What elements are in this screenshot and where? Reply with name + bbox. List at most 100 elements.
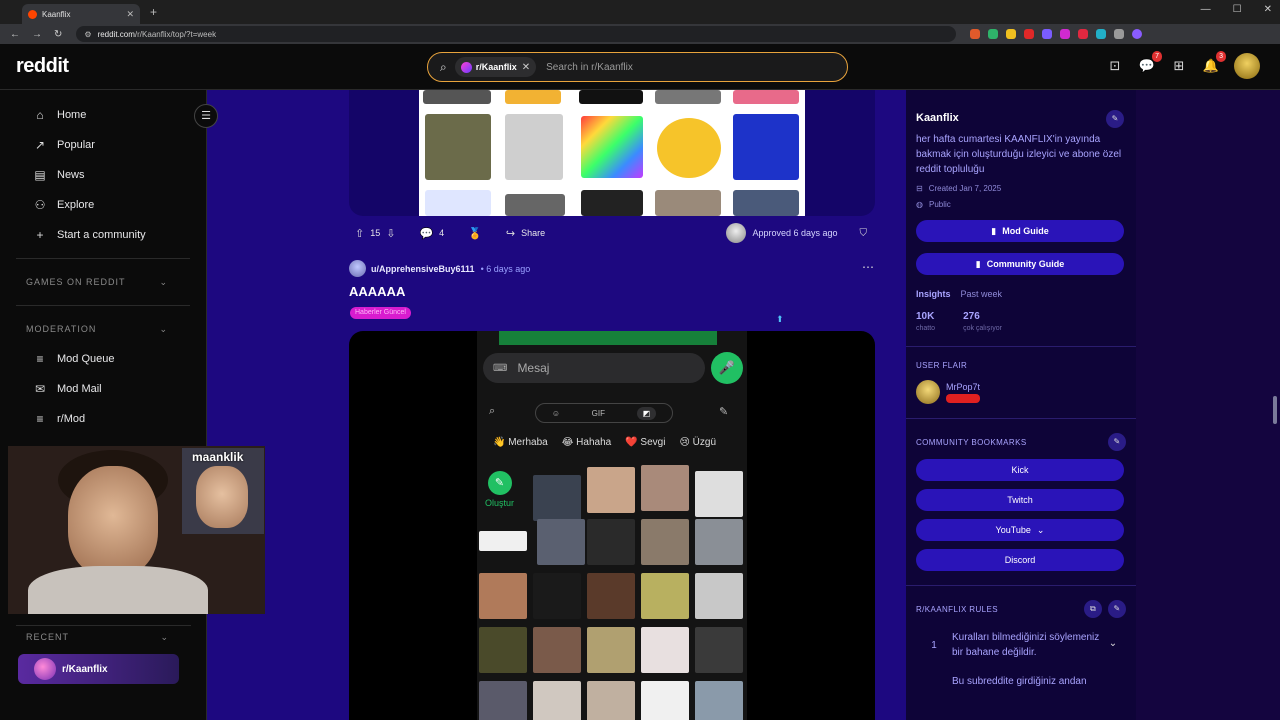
site-info-icon[interactable]: ⚙ [84, 30, 91, 39]
edit-icon[interactable]: ✎ [1106, 110, 1124, 128]
extension-icon[interactable] [1006, 29, 1017, 39]
extension-icon[interactable] [1096, 29, 1107, 39]
create-sticker: ✎ Oluştur [485, 471, 514, 508]
sticker [657, 118, 721, 178]
community-guide-button[interactable]: ▮ Community Guide [916, 253, 1124, 275]
close-tab-icon[interactable]: ✕ [126, 9, 134, 20]
extensions-bar [970, 29, 1143, 39]
nav-r-mod[interactable]: ≡ r/Mod [0, 404, 206, 434]
divider [906, 346, 1136, 347]
insights-row[interactable]: Insights Past week [916, 289, 1126, 299]
extension-icon[interactable] [1024, 29, 1035, 39]
reload-icon[interactable]: ↻ [54, 29, 62, 40]
rule-item[interactable]: 1 Kuralları bilmediğinizi söylemeniz bir… [916, 630, 1126, 660]
page-scrollbar[interactable] [1270, 90, 1280, 720]
mod-shield-icon[interactable]: ⛉ [860, 228, 868, 239]
section-title: R/KAANFLIX RULES [916, 604, 998, 614]
sticker [695, 519, 743, 565]
stat-value: 10K [916, 311, 935, 322]
extension-icon[interactable] [970, 29, 981, 39]
downvote-icon[interactable]: ⇩ [386, 227, 395, 240]
webcam-overlay: maanklik [8, 446, 265, 614]
moderation-section-header[interactable]: MODERATION ⌄ [0, 314, 206, 344]
message-placeholder: Mesaj [517, 361, 550, 375]
nav-home[interactable]: ⌂ Home [0, 100, 206, 130]
sticker [587, 681, 635, 720]
sticker [641, 627, 689, 673]
address-bar[interactable]: ⚙ reddit.com /r/Kaanflix/top/?t=week [76, 26, 957, 42]
chip: 😂 Hahaha [561, 437, 612, 448]
extension-icon[interactable] [1060, 29, 1071, 39]
maximize-icon[interactable]: ☐ [1233, 4, 1242, 15]
approved-text: Approved 6 days ago [752, 228, 838, 238]
reddit-logo[interactable]: reddit [16, 55, 69, 78]
extension-icon[interactable] [1078, 29, 1089, 39]
recent-section-header[interactable]: RECENT ⌄ [0, 622, 207, 652]
new-tab-icon[interactable]: + [150, 5, 157, 19]
scrollbar-thumb[interactable] [1273, 396, 1277, 424]
search-icon: ⌕ [489, 405, 496, 417]
bookmark-youtube[interactable]: YouTube ⌄ [916, 519, 1124, 541]
rule-number: 1 [931, 640, 937, 651]
chip: 👋 Merhaba [493, 437, 548, 448]
collapse-sidebar-button[interactable]: ☰ [194, 104, 218, 128]
edit-icon[interactable]: ✎ [1108, 433, 1126, 451]
search-input[interactable]: Search in r/Kaanflix [546, 62, 633, 73]
sticker [587, 519, 635, 565]
post-actions: ⇧ 15 ⇩ 💬 4 🏅 ↪ Share Approved 6 days ago… [349, 222, 875, 244]
notifications-icon[interactable]: 🔔 3 [1202, 51, 1226, 75]
post-media[interactable]: ⌨ Mesaj 🎤 ⌕ ☺ GIF ◩ ✎ 👋 Merhaba 😂 Hahaha… [349, 331, 875, 720]
search-community-chip[interactable]: r/Kaanflix ✕ [454, 57, 537, 77]
advertise-icon[interactable]: ⊡ [1106, 57, 1124, 75]
nav-label: Start a community [57, 229, 146, 241]
search-bar[interactable]: ⌕ r/Kaanflix ✕ Search in r/Kaanflix [427, 52, 848, 82]
edit-icon[interactable]: ✎ [1108, 600, 1126, 618]
extension-icon[interactable] [1114, 29, 1125, 39]
author-avatar[interactable] [349, 260, 366, 277]
more-options-icon[interactable]: ⋯ [862, 260, 874, 274]
comments-button[interactable]: 💬 4 [413, 227, 444, 240]
keyboard-icon: ⌨ [493, 362, 508, 374]
sticker-tab-icon: ◩ [636, 406, 657, 420]
copy-icon[interactable]: ⧉ [1084, 600, 1102, 618]
bookmark-twitch[interactable]: Twitch [916, 489, 1124, 511]
sticker [579, 90, 643, 104]
games-section-header[interactable]: GAMES ON REDDIT ⌄ [0, 267, 206, 297]
extension-icon[interactable] [1042, 29, 1053, 39]
bookmark-kick[interactable]: Kick [916, 459, 1124, 481]
extension-icon[interactable] [988, 29, 999, 39]
nav-news[interactable]: ▤ News [0, 160, 206, 190]
rule-item[interactable]: Bu subreddite girdiğiniz andan [916, 674, 1126, 689]
award-button[interactable]: 🏅 [462, 227, 482, 240]
nav-popular[interactable]: ↗ Popular [0, 130, 206, 160]
post-media[interactable] [349, 90, 875, 216]
create-post-icon[interactable]: ⊞ [1170, 57, 1188, 75]
share-button[interactable]: ↪ Share [500, 227, 545, 240]
sticker [505, 114, 563, 180]
nav-mod-mail[interactable]: ✉ Mod Mail [0, 374, 206, 404]
minimize-icon[interactable]: — [1201, 4, 1211, 15]
upvote-icon[interactable]: ⇧ [355, 227, 364, 240]
post-flair[interactable]: Haberler Güncel [350, 307, 411, 319]
sticker [479, 681, 527, 720]
bookmark-discord[interactable]: Discord [916, 549, 1124, 571]
mod-guide-button[interactable]: ▮ Mod Guide [916, 220, 1124, 242]
user-avatar[interactable] [1234, 53, 1260, 79]
user-flair[interactable]: MrPop7t [916, 380, 1126, 404]
nav-start-community[interactable]: + Start a community [0, 220, 206, 250]
nav-explore[interactable]: ⚇ Explore [0, 190, 206, 220]
remove-chip-icon[interactable]: ✕ [522, 62, 530, 73]
profile-icon[interactable] [1132, 29, 1143, 39]
close-window-icon[interactable]: ✕ [1264, 4, 1272, 15]
chat-bubble [499, 331, 717, 345]
forward-icon[interactable]: → [32, 29, 42, 40]
author-link[interactable]: u/ApprehensiveBuy6111 [371, 264, 475, 274]
browser-tab[interactable]: Kaanflix ✕ [22, 4, 140, 24]
nav-label: Mod Mail [57, 383, 102, 395]
recent-community-item[interactable]: r/Kaanflix [18, 654, 179, 684]
chat-badge: 7 [1152, 51, 1162, 62]
nav-mod-queue[interactable]: ≡ Mod Queue [0, 344, 206, 374]
post-title[interactable]: AAAAAA [349, 284, 405, 299]
chat-icon[interactable]: 💬 7 [1138, 51, 1162, 75]
back-icon[interactable]: ← [10, 29, 20, 40]
